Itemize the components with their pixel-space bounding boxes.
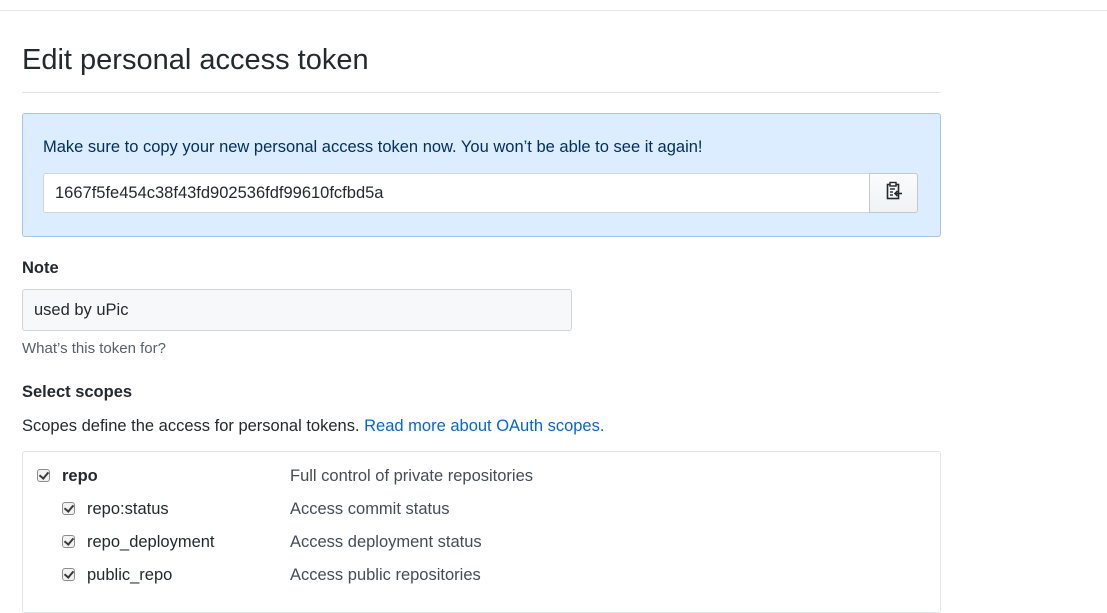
oauth-scopes-link[interactable]: Read more about OAuth scopes.	[364, 417, 604, 435]
page-title: Edit personal access token	[22, 44, 369, 76]
scope-row-public-repo: public_repo Access public repositories	[23, 563, 940, 587]
token-field[interactable]: 1667f5fe454c38f43fd902536fdf99610fcfbd5a	[43, 173, 869, 213]
header-divider	[0, 10, 1107, 11]
scope-row-repo-deployment: repo_deployment Access deployment status	[23, 530, 940, 554]
scope-row-repo-status: repo:status Access commit status	[23, 497, 940, 521]
scope-name-repo: repo	[62, 467, 98, 485]
scope-name-repo-status: repo:status	[87, 500, 169, 518]
token-input-group: 1667f5fe454c38f43fd902536fdf99610fcfbd5a	[43, 173, 918, 213]
scope-checkbox-repo-deployment[interactable]	[62, 535, 75, 548]
scope-checkbox-repo[interactable]	[37, 469, 50, 482]
note-hint: What’s this token for?	[22, 340, 166, 357]
scopes-description-text: Scopes define the access for personal to…	[22, 417, 360, 435]
note-input[interactable]: used by uPic	[22, 289, 572, 331]
scope-desc-repo-status: Access commit status	[290, 500, 450, 518]
flash-message: Make sure to copy your new personal acce…	[43, 138, 703, 156]
clipboard-icon	[885, 181, 903, 206]
scope-list: repo Full control of private repositorie…	[22, 451, 941, 613]
scopes-description: Scopes define the access for personal to…	[22, 415, 604, 437]
title-divider	[22, 92, 941, 93]
scope-name-public-repo: public_repo	[87, 566, 173, 584]
scope-desc-repo-deployment: Access deployment status	[290, 533, 482, 551]
scope-desc-repo: Full control of private repositories	[290, 467, 534, 485]
scope-row-repo: repo Full control of private repositorie…	[23, 464, 940, 488]
new-token-flash: Make sure to copy your new personal acce…	[22, 113, 941, 237]
copy-token-button[interactable]	[869, 173, 918, 213]
scope-desc-public-repo: Access public repositories	[290, 566, 481, 584]
select-scopes-heading: Select scopes	[22, 383, 133, 401]
scope-checkbox-public-repo[interactable]	[62, 568, 75, 581]
scope-name-repo-deployment: repo_deployment	[87, 533, 215, 551]
scope-checkbox-repo-status[interactable]	[62, 502, 75, 515]
note-label: Note	[22, 259, 59, 277]
